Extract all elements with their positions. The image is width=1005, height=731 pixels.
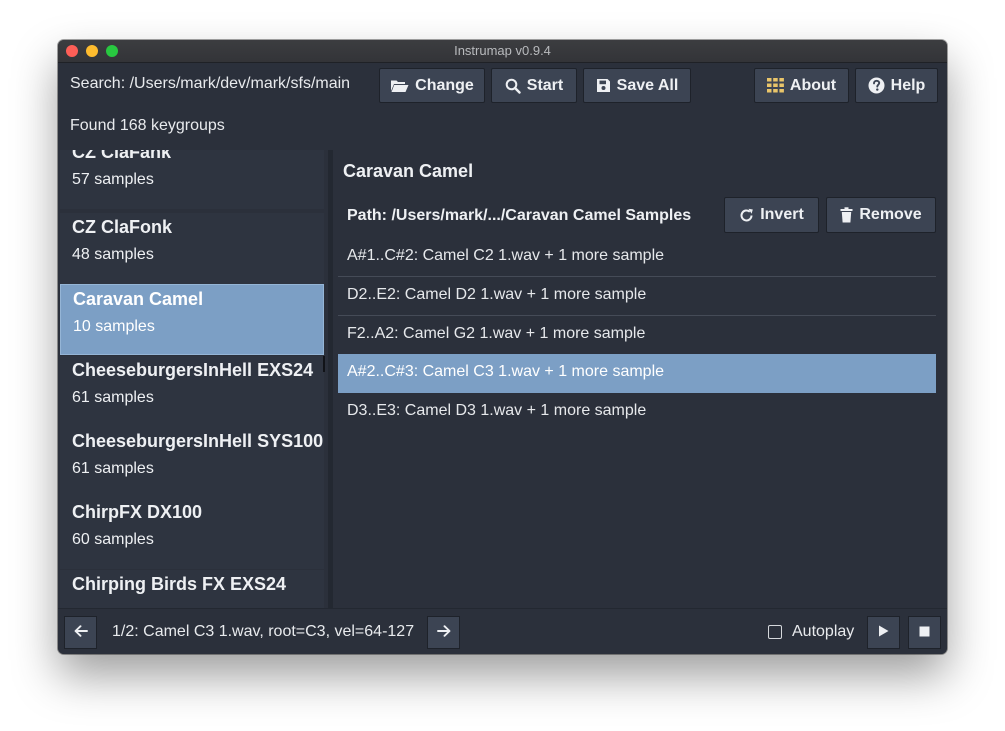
keygroup-name: CheeseburgersInHell EXS24 [72, 360, 314, 380]
about-button-label: About [789, 76, 837, 94]
panel-divider[interactable] [328, 150, 333, 608]
sample-row[interactable]: D3..E3: Camel D3 1.wav + 1 more sample [338, 393, 936, 432]
keygroup-name: CZ ClaFonk [72, 217, 173, 237]
sample-row[interactable]: F2..A2: Camel G2 1.wav + 1 more sample [338, 316, 936, 355]
found-count-label: Found 168 keygroups [70, 117, 225, 134]
search-icon [505, 78, 521, 94]
stop-icon [919, 624, 930, 642]
keygroup-sample-count: 61 samples [72, 460, 154, 477]
keygroup-name: CheeseburgersInHell SYS100 [72, 431, 324, 451]
keygroup-list[interactable]: CZ ClaFank 57 samples CZ ClaFonk 48 samp… [60, 150, 326, 608]
start-button[interactable]: Start [491, 68, 577, 103]
trash-icon [840, 207, 853, 223]
sample-row-selected[interactable]: A#2..C#3: Camel C3 1.wav + 1 more sample [338, 354, 936, 393]
keygroup-item[interactable]: ChirpFX DX100 60 samples [60, 498, 324, 569]
remove-button-label: Remove [859, 206, 922, 223]
keygroup-item[interactable]: CZ ClaFank 57 samples [60, 150, 324, 209]
change-button[interactable]: Change [379, 68, 485, 103]
keygroup-name: ChirpFX DX100 [72, 502, 203, 522]
next-sample-button[interactable] [427, 616, 460, 649]
sample-row[interactable]: D2..E2: Camel D2 1.wav + 1 more sample [338, 277, 936, 316]
arrow-right-icon [436, 624, 451, 642]
save-all-button-label: Save All [616, 76, 679, 94]
sample-row[interactable]: A#1..C#2: Camel C2 1.wav + 1 more sample [338, 238, 936, 277]
window-title: Instrumap v0.9.4 [454, 43, 551, 58]
save-all-button[interactable]: Save All [583, 68, 691, 103]
keygroup-sample-count: 57 samples [72, 171, 154, 188]
help-button-label: Help [890, 76, 926, 94]
current-sample-label: 1/2: Camel C3 1.wav, root=C3, vel=64-127 [112, 623, 415, 640]
detail-title: Caravan Camel [343, 161, 474, 181]
stop-button[interactable] [908, 616, 941, 649]
app-window: Instrumap v0.9.4 Search: /Users/mark/dev… [58, 40, 947, 654]
help-circle-icon [868, 77, 885, 94]
keygroup-name: CZ ClaFank [72, 150, 172, 162]
search-path-label: Search: /Users/mark/dev/mark/sfs/main [70, 75, 351, 92]
folder-open-icon [390, 78, 409, 93]
autoplay-label: Autoplay [792, 623, 855, 640]
play-button[interactable] [867, 616, 900, 649]
play-icon [878, 624, 889, 642]
refresh-icon [739, 208, 754, 223]
remove-button[interactable]: Remove [826, 197, 936, 233]
keygroup-item-selected[interactable]: Caravan Camel 10 samples [60, 284, 324, 355]
keygroup-item[interactable]: Chirping Birds FX EXS24 [60, 570, 324, 608]
change-button-label: Change [415, 76, 474, 94]
start-button-label: Start [526, 76, 564, 94]
keygroup-item[interactable]: CheeseburgersInHell SYS100 61 samples [60, 427, 324, 498]
title-bar: Instrumap v0.9.4 [58, 40, 947, 63]
save-icon [596, 78, 611, 93]
invert-button[interactable]: Invert [724, 197, 819, 233]
arrow-left-icon [74, 624, 88, 642]
keygroup-sample-count: 10 samples [73, 318, 155, 335]
previous-sample-button[interactable] [64, 616, 97, 649]
autoplay-checkbox[interactable] [768, 625, 782, 639]
keygroup-sample-count: 60 samples [72, 531, 154, 548]
keygroup-sample-count: 61 samples [72, 389, 154, 406]
list-scrollbar-thumb[interactable] [323, 356, 325, 372]
help-button[interactable]: Help [855, 68, 938, 103]
keygroup-sample-count: 48 samples [72, 246, 154, 263]
grid-icon [766, 78, 784, 93]
about-button[interactable]: About [754, 68, 849, 103]
sample-path-label: Path: /Users/mark/.../Caravan Camel Samp… [347, 207, 692, 224]
keygroup-name: Caravan Camel [73, 289, 204, 309]
invert-button-label: Invert [760, 206, 804, 223]
keygroup-item[interactable]: CZ ClaFonk 48 samples [60, 213, 324, 284]
keygroup-name: Chirping Birds FX EXS24 [72, 574, 287, 594]
keygroup-item[interactable]: CheeseburgersInHell EXS24 61 samples [60, 356, 324, 427]
